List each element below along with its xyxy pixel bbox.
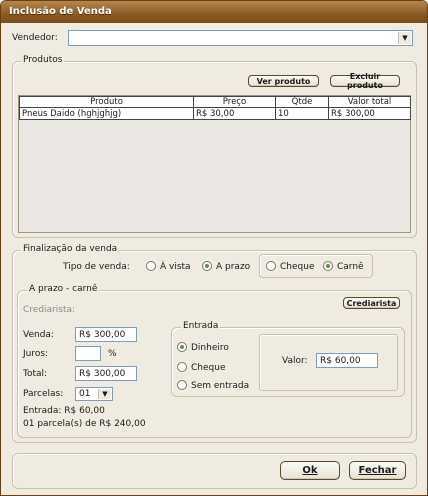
venda-label: Venda: bbox=[23, 330, 54, 340]
a-prazo-label[interactable]: A prazo bbox=[216, 262, 250, 272]
table-row[interactable]: Pneus Daido (hghjghjg) R$ 30,00 10 R$ 30… bbox=[19, 107, 411, 120]
ok-button-label: Ok bbox=[302, 465, 318, 476]
column-header[interactable]: Preço bbox=[193, 96, 276, 108]
excluir-produto-button[interactable]: Excluir produto bbox=[330, 72, 400, 90]
column-header[interactable]: Produto bbox=[19, 96, 194, 108]
chevron-down-icon[interactable]: ▼ bbox=[98, 389, 111, 399]
cell-produto: Pneus Daido (hghjghjg) bbox=[19, 107, 194, 120]
parcelas-label: Parcelas: bbox=[23, 389, 64, 399]
parcela-summary: 01 parcela(s) de R$ 240,00 bbox=[23, 419, 146, 429]
column-header[interactable]: Qtde bbox=[275, 96, 329, 108]
ok-button[interactable]: Ok bbox=[280, 461, 340, 480]
ver-produto-button[interactable]: Ver produto bbox=[248, 75, 319, 87]
column-header[interactable]: Valor total bbox=[328, 96, 411, 108]
parcelas-select[interactable]: 01 ▼ bbox=[75, 387, 113, 401]
ver-produto-label: Ver produto bbox=[256, 76, 311, 86]
crediarista-button[interactable]: Crediarista bbox=[343, 297, 400, 309]
venda-field[interactable]: R$ 300,00 bbox=[75, 327, 137, 342]
cheque-label[interactable]: Cheque bbox=[280, 262, 314, 272]
vendedor-label: Vendedor: bbox=[12, 33, 58, 43]
juros-label: Juros: bbox=[23, 349, 49, 359]
juros-field[interactable] bbox=[75, 346, 101, 361]
window-title: Inclusão de Venda bbox=[1, 1, 427, 23]
dinheiro-label[interactable]: Dinheiro bbox=[191, 343, 229, 353]
radio-cheque[interactable] bbox=[266, 261, 276, 271]
table-header-row: Produto Preço Qtde Valor total bbox=[19, 96, 411, 108]
aprazo-legend: A prazo - carnê bbox=[27, 284, 100, 294]
carne-label[interactable]: Carnê bbox=[337, 262, 364, 272]
total-field[interactable]: R$ 300,00 bbox=[75, 366, 137, 381]
chevron-down-icon[interactable]: ▼ bbox=[398, 32, 411, 44]
parcelas-value: 01 bbox=[79, 389, 91, 399]
radio-dinheiro[interactable] bbox=[177, 342, 187, 352]
entrada-legend: Entrada bbox=[181, 321, 221, 331]
sale-dialog: Inclusão de Venda Vendedor: ▼ Produtos V… bbox=[0, 0, 428, 496]
a-vista-label[interactable]: À vista bbox=[160, 262, 191, 272]
crediarista-button-label: Crediarista bbox=[346, 298, 397, 308]
radio-a-vista[interactable] bbox=[146, 261, 156, 271]
venda-value: R$ 300,00 bbox=[79, 330, 126, 340]
tipo-venda-label: Tipo de venda: bbox=[63, 262, 130, 272]
radio-entrada-cheque[interactable] bbox=[177, 362, 187, 372]
produtos-legend: Produtos bbox=[21, 55, 65, 65]
total-label: Total: bbox=[23, 369, 48, 379]
entrada-cheque-label[interactable]: Cheque bbox=[191, 363, 225, 373]
vendedor-select[interactable]: ▼ bbox=[68, 30, 413, 46]
juros-unit: % bbox=[108, 349, 117, 359]
entrada-summary: Entrada: R$ 60,00 bbox=[23, 406, 105, 416]
radio-sem-entrada[interactable] bbox=[177, 380, 187, 390]
finalizacao-legend: Finalização da venda bbox=[21, 244, 120, 254]
fechar-button-label: Fechar bbox=[358, 465, 397, 476]
radio-carne[interactable] bbox=[323, 261, 333, 271]
valor-label: Valor: bbox=[282, 356, 308, 366]
products-table: Produto Preço Qtde Valor total Pneus Dai… bbox=[19, 96, 411, 120]
valor-field[interactable]: R$ 60,00 bbox=[316, 353, 378, 368]
crediarista-label: Crediarista: bbox=[23, 305, 76, 315]
fechar-button[interactable]: Fechar bbox=[349, 461, 406, 480]
cell-qtde: 10 bbox=[275, 107, 329, 120]
sem-entrada-label[interactable]: Sem entrada bbox=[191, 381, 249, 391]
total-value: R$ 300,00 bbox=[79, 369, 126, 379]
cell-valor-total: R$ 300,00 bbox=[328, 107, 411, 120]
valor-value: R$ 60,00 bbox=[320, 356, 361, 366]
excluir-produto-label: Excluir produto bbox=[347, 72, 383, 90]
radio-a-prazo[interactable] bbox=[202, 261, 212, 271]
cell-preco: R$ 30,00 bbox=[193, 107, 276, 120]
